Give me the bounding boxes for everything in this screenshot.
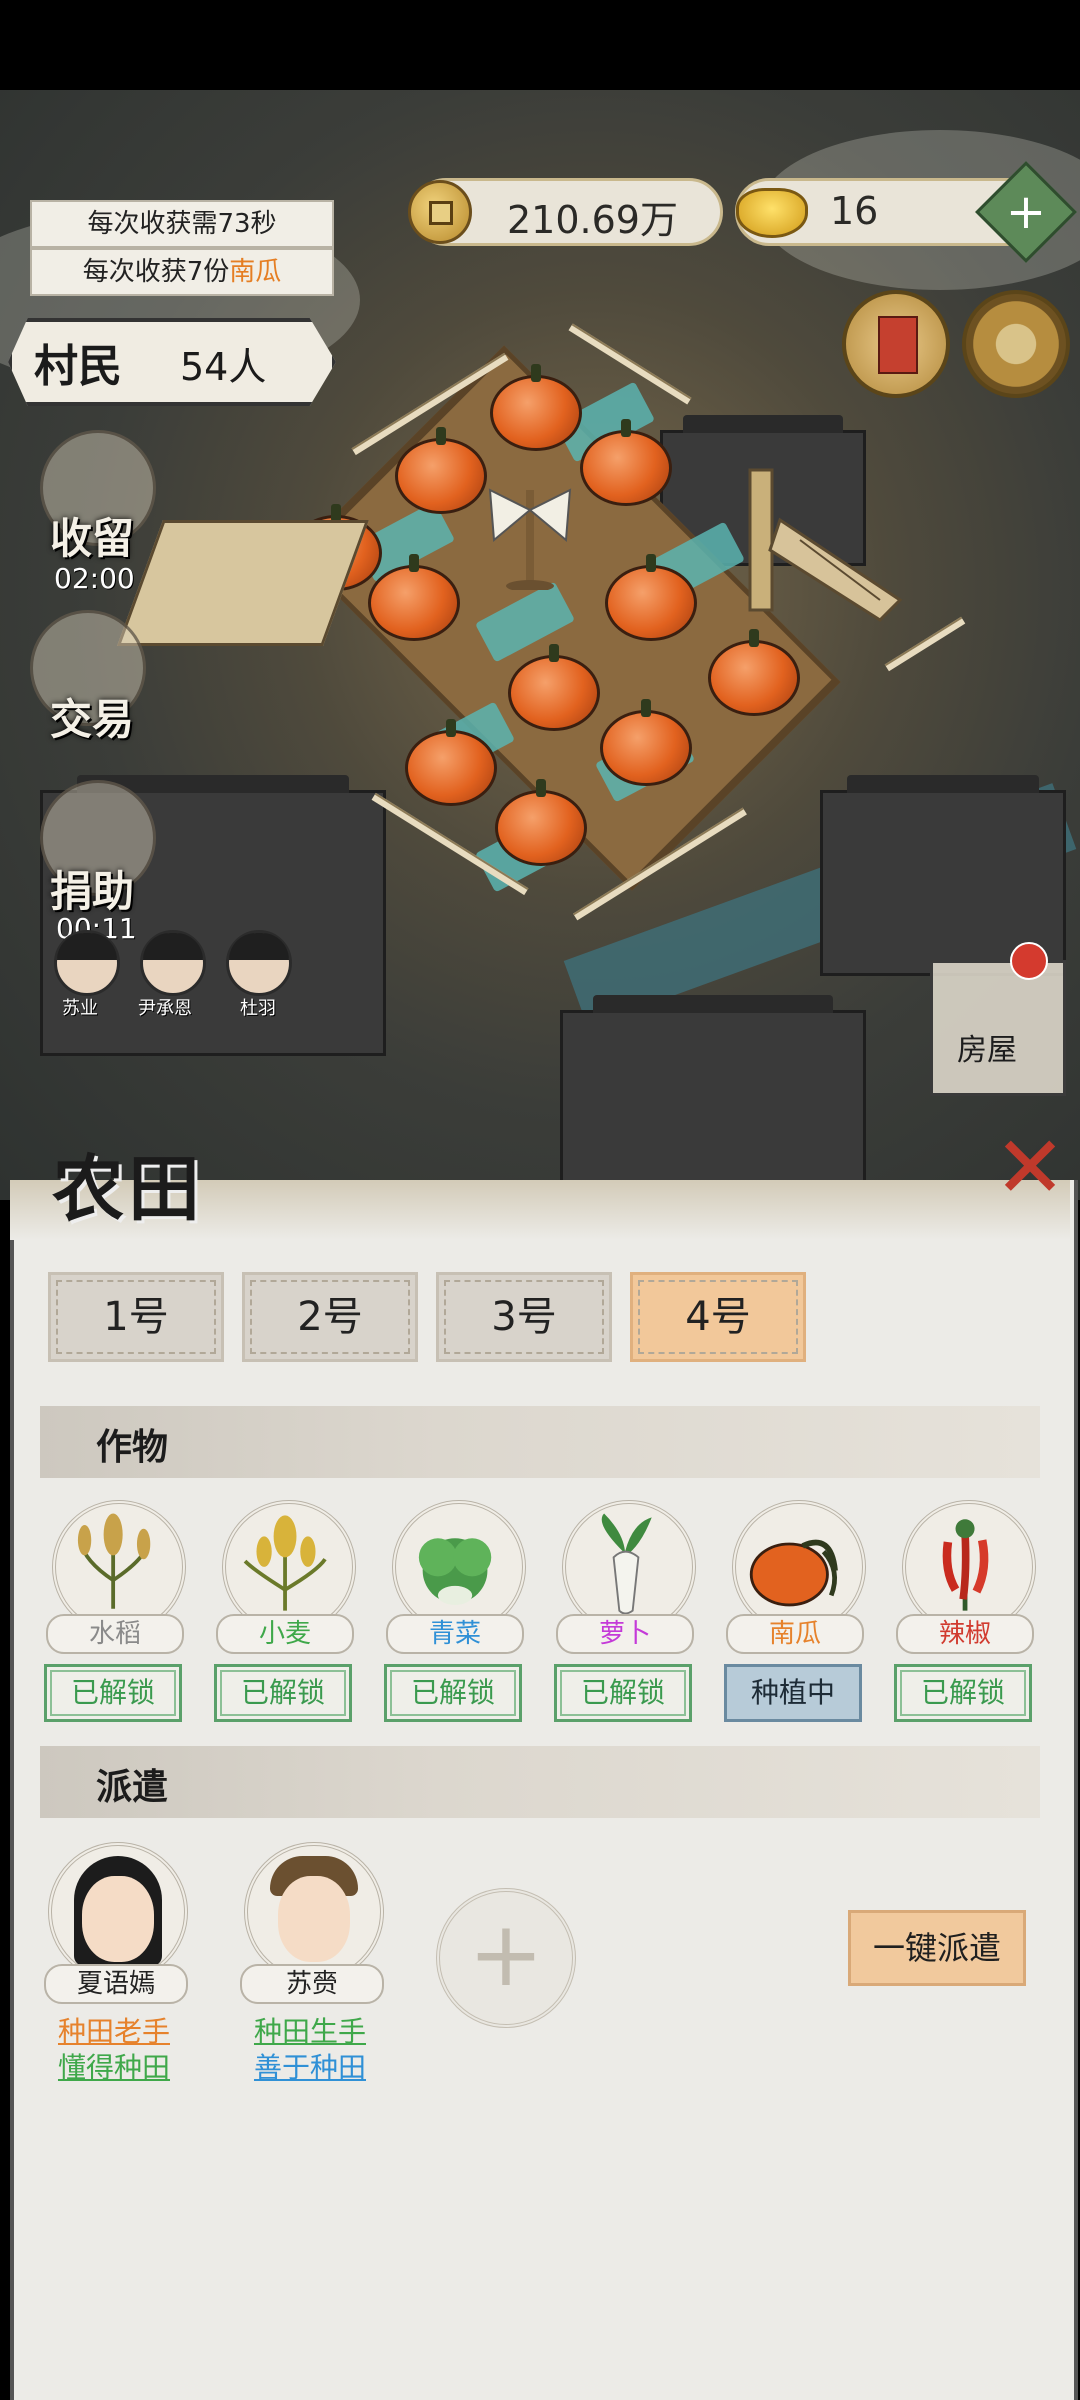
- crop-rice[interactable]: 水稻 已解锁: [40, 1500, 190, 1730]
- crop-name: 辣椒: [896, 1614, 1034, 1654]
- close-icon[interactable]: ✕: [990, 1125, 1070, 1211]
- villager-name: 尹承恩: [138, 998, 192, 1019]
- worker-trait: 懂得种田: [57, 2051, 170, 2084]
- dispatch-section-header: 派遣: [40, 1746, 1040, 1818]
- crop-status[interactable]: 已解锁: [44, 1664, 182, 1722]
- tab-field-3[interactable]: 3号: [436, 1272, 612, 1362]
- crop-wheat[interactable]: 小麦 已解锁: [210, 1500, 360, 1730]
- shelter-timer: 02:00: [54, 562, 135, 595]
- worker-name: 夏语嫣: [44, 1964, 188, 2004]
- worker-card[interactable]: 夏语嫣 种田老手 懂得种田: [34, 1842, 194, 2084]
- face: [278, 1876, 350, 1962]
- crop-greens[interactable]: 青菜 已解锁: [380, 1500, 530, 1730]
- windmill: [488, 488, 572, 590]
- crop-radish[interactable]: 萝卜 已解锁: [550, 1500, 700, 1730]
- house-button[interactable]: 房屋: [930, 960, 1066, 1096]
- donate-label[interactable]: 捐助: [50, 858, 134, 919]
- crop-chili[interactable]: 辣椒 已解锁: [890, 1500, 1040, 1730]
- worker-avatar: [48, 1842, 188, 1982]
- crop-name: 南瓜: [726, 1614, 864, 1654]
- dispatch-section-label: 派遣: [96, 1766, 169, 1808]
- villager-banner[interactable]: 村民 54人: [8, 318, 336, 406]
- crop-name: 萝卜: [556, 1614, 694, 1654]
- worker-name: 苏赍: [240, 1964, 384, 2004]
- pumpkin-crop[interactable]: [368, 554, 460, 641]
- status-bar: [0, 0, 1080, 90]
- coin-amount: 210.69万: [507, 198, 678, 242]
- crop-status[interactable]: 已解锁: [554, 1664, 692, 1722]
- crop-pumpkin[interactable]: 南瓜 种植中: [720, 1500, 870, 1730]
- pumpkin-crop[interactable]: [508, 644, 600, 731]
- pumpkin-crop[interactable]: [395, 427, 487, 514]
- pumpkin-crop[interactable]: [600, 699, 692, 786]
- crop-name: 小麦: [216, 1614, 354, 1654]
- copper-coin-icon: [408, 180, 472, 244]
- worker-card[interactable]: 苏赍 种田生手 善于种田: [230, 1842, 390, 2084]
- waterwheel: [748, 468, 903, 622]
- villager-count: 54人: [180, 345, 267, 389]
- crop-status[interactable]: 已解锁: [214, 1664, 352, 1722]
- pumpkin-crop[interactable]: [580, 419, 672, 506]
- pumpkin-crop[interactable]: [490, 364, 582, 451]
- harvest-time-tip: 每次收获需73秒: [30, 200, 334, 248]
- pumpkin-crop[interactable]: [708, 629, 800, 716]
- villager-name: 杜羽: [240, 998, 276, 1019]
- villager-avatar[interactable]: [226, 930, 292, 996]
- one-key-dispatch-button[interactable]: 一键派遣: [848, 1910, 1026, 1986]
- villager-avatar[interactable]: [54, 930, 120, 996]
- crop-status[interactable]: 已解锁: [894, 1664, 1032, 1722]
- plus-icon: +: [1005, 184, 1047, 240]
- crops-section-header: 作物: [40, 1406, 1040, 1478]
- crop-name: 青菜: [386, 1614, 524, 1654]
- worker-avatar: [244, 1842, 384, 1982]
- village-house: [560, 995, 866, 1196]
- settings-gear-icon[interactable]: [962, 290, 1070, 398]
- pumpkin-crop[interactable]: [495, 779, 587, 866]
- villager-name: 苏业: [62, 998, 98, 1019]
- worker-trait: 种田老手: [57, 2015, 170, 2048]
- face: [82, 1876, 154, 1962]
- trade-label[interactable]: 交易: [50, 686, 134, 747]
- villager-avatar[interactable]: [140, 930, 206, 996]
- crop-status[interactable]: 种植中: [724, 1664, 862, 1722]
- crops-section-label: 作物: [96, 1426, 169, 1468]
- gold-amount: 16: [830, 189, 879, 233]
- harvest-yield-tip: 每次收获7份南瓜: [30, 248, 334, 296]
- scroll-icon[interactable]: [842, 290, 950, 398]
- tab-field-1[interactable]: 1号: [48, 1272, 224, 1362]
- panel-title: 农田: [52, 1146, 205, 1231]
- shelter-label[interactable]: 收留: [50, 505, 134, 566]
- notification-dot: [1010, 942, 1048, 980]
- worker-trait: 种田生手: [253, 2015, 366, 2048]
- pumpkin-crop[interactable]: [605, 554, 697, 641]
- crop-name: 水稻: [46, 1614, 184, 1654]
- villager-label: 村民: [34, 341, 122, 392]
- add-worker-button[interactable]: +: [436, 1888, 576, 2028]
- worker-trait: 善于种田: [253, 2051, 366, 2084]
- house-label: 房屋: [957, 1033, 1017, 1068]
- pumpkin-crop[interactable]: [405, 719, 497, 806]
- gold-ingot-icon: [736, 188, 808, 238]
- tab-field-4[interactable]: 4号: [630, 1272, 806, 1362]
- crop-status[interactable]: 已解锁: [384, 1664, 522, 1722]
- tab-field-2[interactable]: 2号: [242, 1272, 418, 1362]
